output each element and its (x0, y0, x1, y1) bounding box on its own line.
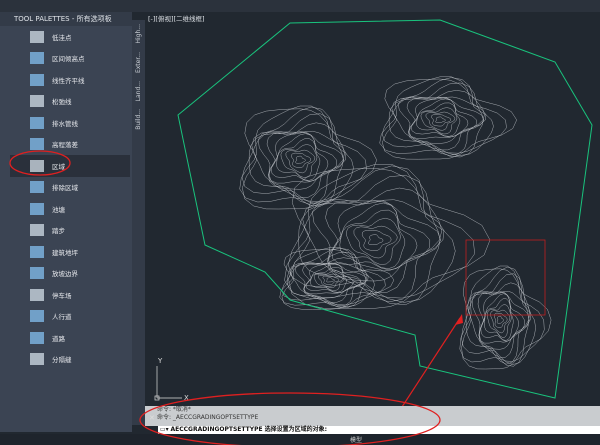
contour-line (346, 217, 401, 265)
contour-line (298, 174, 441, 306)
contour-line (461, 268, 552, 370)
contour-line (327, 200, 430, 273)
contour-line (287, 165, 456, 303)
contour-line (295, 155, 306, 164)
contour-line (410, 98, 469, 138)
contour-line (361, 230, 392, 251)
contour-line (294, 262, 369, 303)
history-line: 命令: *取消* (157, 406, 191, 413)
contour-line (312, 199, 445, 293)
contour-line (267, 131, 337, 184)
contour-line (471, 290, 531, 358)
contour-line (382, 78, 517, 160)
command-input[interactable]: ▭▾ AECCGRADINGOPTSETTYPE 选择设置为区域的对象: (158, 426, 600, 434)
model-tab[interactable]: 模型 (350, 435, 362, 444)
contour-line (480, 293, 519, 342)
command-history: 命令: *取消* 命令: _AECCGRADINGOPTSETTYPE (145, 406, 600, 426)
contour-line (435, 116, 446, 123)
contour-line (242, 108, 377, 210)
contour-line (397, 96, 487, 151)
contour-line (391, 90, 485, 156)
contour-line (407, 97, 477, 139)
contour-line (241, 106, 354, 205)
contour-line (431, 114, 451, 127)
history-line: 命令: _AECCGRADINGOPTSETTYPE (157, 414, 259, 421)
close-icon[interactable]: ✕ (149, 414, 155, 422)
contour-line (322, 275, 340, 285)
drawing-canvas: Y X (154, 19, 593, 411)
arrow-head (455, 314, 463, 325)
contour-line (388, 82, 484, 158)
contour-line (368, 234, 384, 246)
contour-line (478, 291, 525, 344)
contour-line (291, 152, 311, 168)
contour-line (461, 266, 536, 365)
contour-line (303, 262, 361, 295)
contour-line (281, 249, 395, 310)
contour-line (270, 133, 329, 182)
contour-line (331, 202, 418, 271)
status-bar: 模型 (0, 434, 600, 445)
contour-line (496, 315, 504, 324)
contour-line (248, 113, 344, 207)
ucs-y-label: Y (157, 357, 163, 365)
annotation-arrow (399, 317, 461, 411)
contour-line (305, 263, 354, 294)
contour-line (381, 77, 494, 156)
contour-line (257, 130, 347, 198)
site-boundary (177, 19, 593, 399)
ucs-icon (154, 366, 182, 401)
contour-line (339, 209, 405, 269)
contour-line (326, 277, 335, 283)
contour-lines (239, 76, 552, 370)
ucs-x-label: X (184, 394, 189, 402)
